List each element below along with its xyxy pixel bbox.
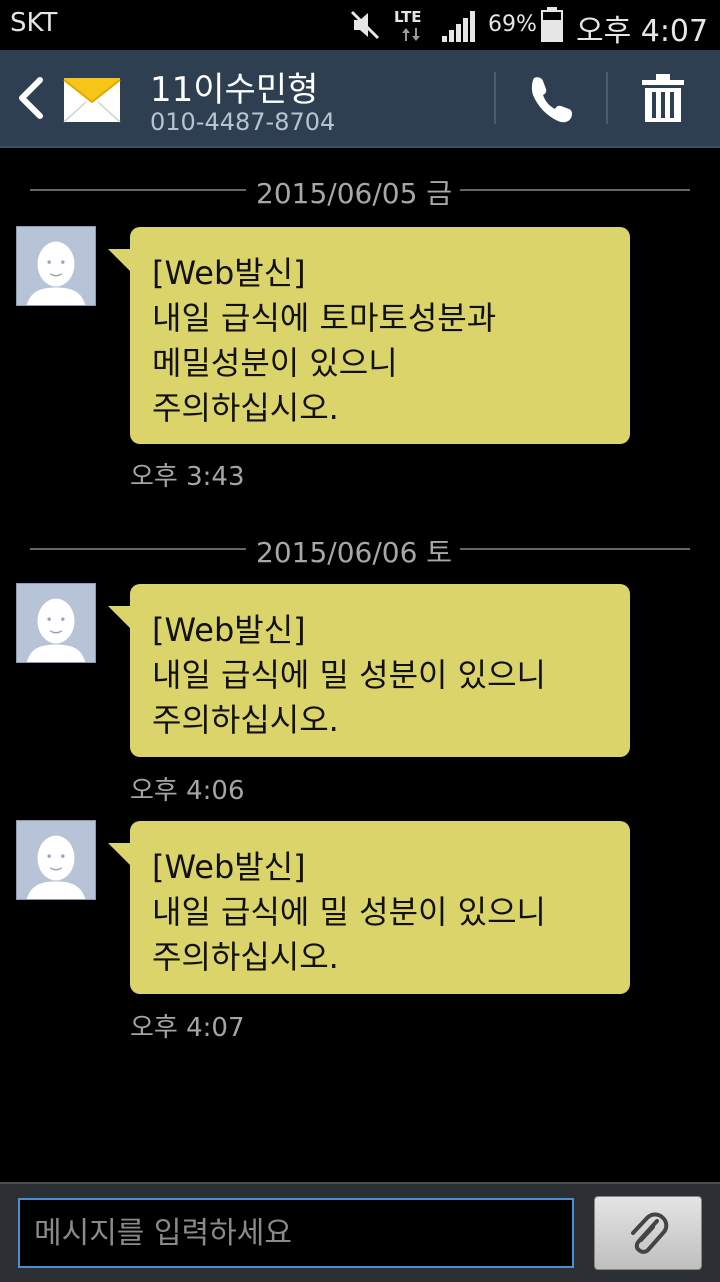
carrier-label: SKT (10, 8, 58, 38)
message-bubble[interactable]: [Web발신] 내일 급식에 토마토성분과 메밀성분이 있으니 주의하십시오. (108, 227, 630, 444)
avatar (16, 820, 96, 900)
call-icon[interactable] (520, 68, 580, 128)
back-icon[interactable] (12, 70, 48, 126)
message-input[interactable] (18, 1198, 574, 1268)
message-line: 내일 급식에 토마토성분과 (152, 299, 497, 337)
message-line: 주의하십시오. (152, 389, 339, 427)
envelope-icon (63, 78, 121, 123)
date-separator: 2015/06/06 토 (30, 529, 690, 569)
message-time: 오후 3:43 (130, 462, 245, 492)
date-label: 2015/06/05 금 (256, 177, 453, 210)
message-time: 오후 4:07 (130, 1013, 245, 1043)
contact-number: 010-4487-8704 (150, 108, 336, 136)
message-line: [Web발신] (152, 848, 306, 886)
message-line: 내일 급식에 밀 성분이 있으니 (152, 656, 546, 694)
date-label: 2015/06/06 토 (256, 536, 453, 569)
signal-icon (442, 11, 475, 42)
header-divider (606, 72, 608, 124)
message-time: 오후 4:06 (130, 776, 245, 806)
header-divider (494, 72, 496, 124)
conversation-header: 11이수민형 010-4487-8704 (0, 50, 720, 148)
trash-icon[interactable] (632, 68, 694, 128)
attach-button[interactable] (594, 1196, 702, 1270)
lte-icon: LTE (394, 8, 422, 41)
message-line: 주의하십시오. (152, 938, 339, 976)
message-line: 내일 급식에 밀 성분이 있으니 (152, 893, 546, 931)
battery-icon (541, 7, 563, 42)
message-line: 메밀성분이 있으니 (152, 344, 398, 382)
message-line: [Web발신] (152, 254, 306, 292)
avatar (16, 226, 96, 306)
message-bubble[interactable]: [Web발신] 내일 급식에 밀 성분이 있으니 주의하십시오. (108, 584, 630, 757)
avatar (16, 583, 96, 663)
contact-name: 11이수민형 (150, 70, 319, 110)
mute-icon (350, 10, 380, 40)
date-separator: 2015/06/05 금 (30, 170, 690, 210)
lte-text: LTE (394, 8, 422, 26)
message-line: 주의하십시오. (152, 701, 339, 739)
message-bubble[interactable]: [Web발신] 내일 급식에 밀 성분이 있으니 주의하십시오. (108, 821, 630, 994)
clock: 오후 4:07 (576, 14, 709, 49)
battery-percent: 69% (488, 12, 537, 37)
paperclip-icon (631, 1212, 669, 1254)
composer-bar (0, 1182, 720, 1282)
message-line: [Web발신] (152, 611, 306, 649)
status-bar: SKT LTE 69% 오후 4:07 (0, 0, 720, 50)
